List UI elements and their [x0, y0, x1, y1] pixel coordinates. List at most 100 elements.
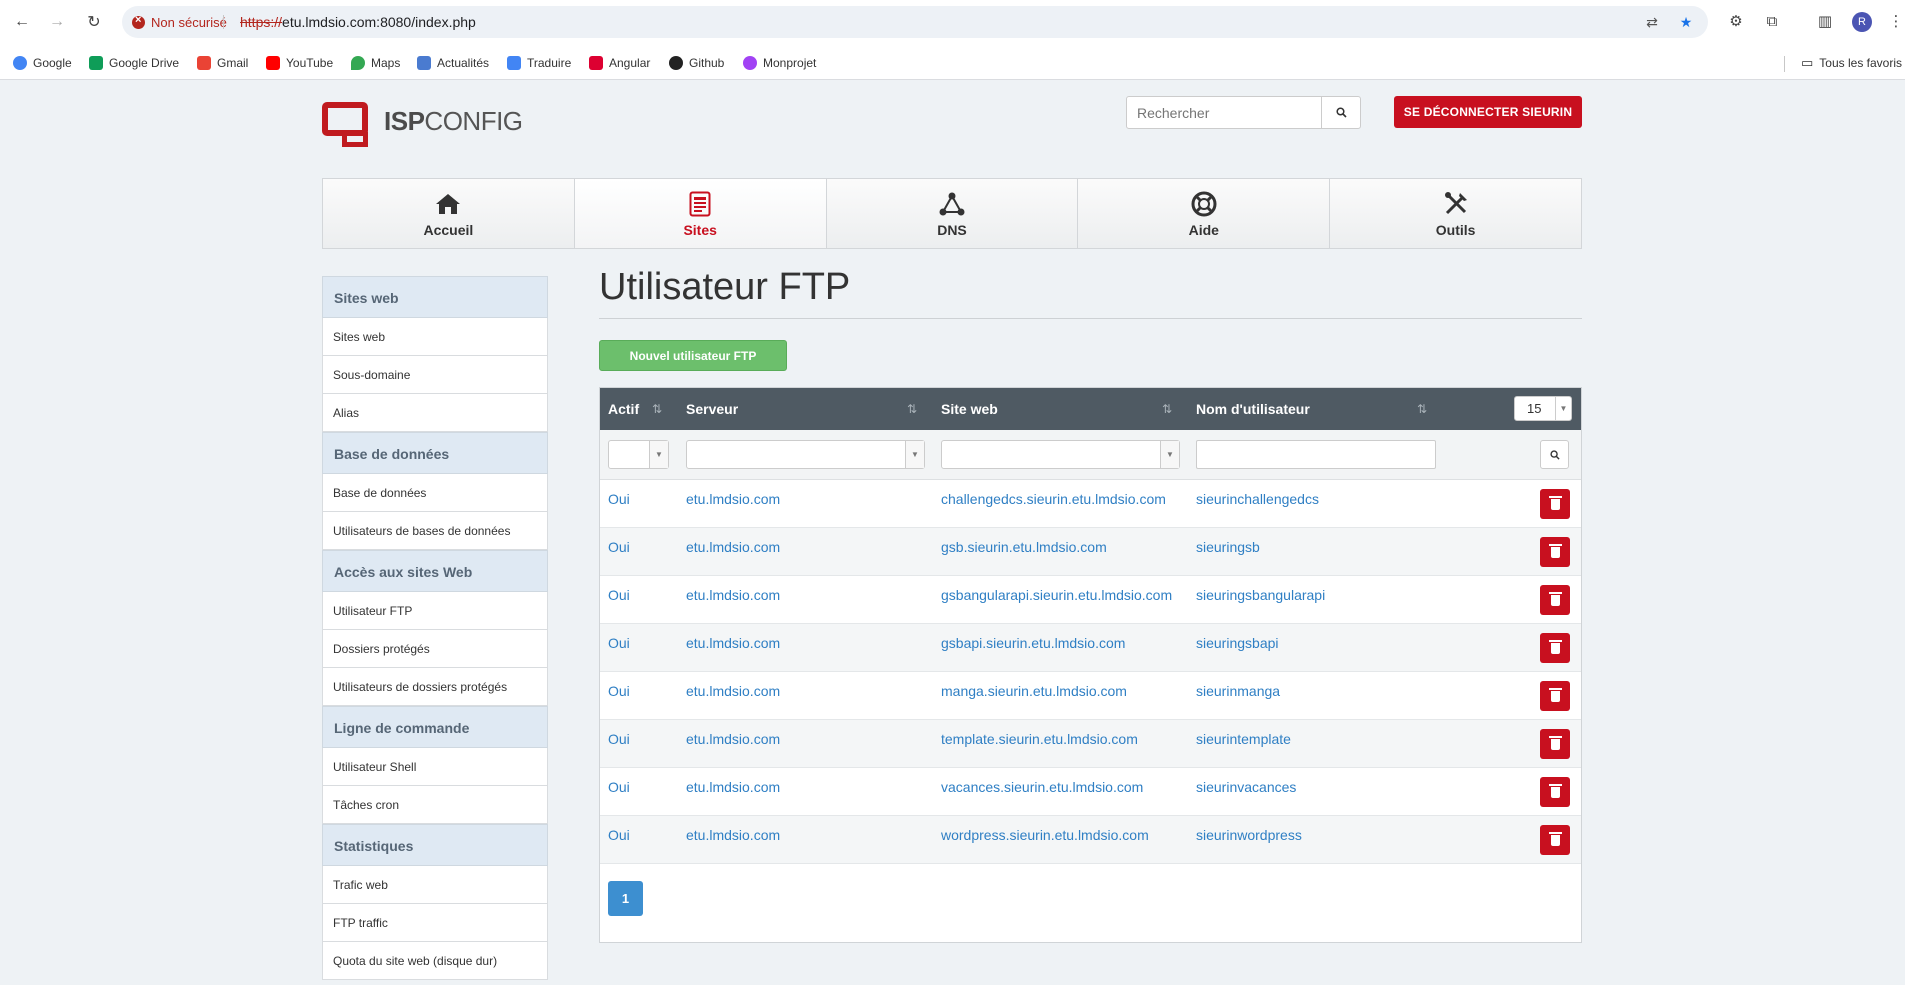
bookmark-angular[interactable]: Angular — [589, 54, 650, 72]
sidebar-item-quota-disque[interactable]: Quota du site web (disque dur) — [322, 942, 548, 980]
tab-aide[interactable]: Aide — [1078, 179, 1331, 248]
bookmark-google-drive[interactable]: Google Drive — [89, 54, 179, 72]
logout-button[interactable]: SE DÉCONNECTER SIEURIN — [1394, 96, 1582, 128]
sidebar-item-base-de-donnees[interactable]: Base de données — [322, 474, 548, 512]
sidebar-item-utilisateurs-dossiers-proteges[interactable]: Utilisateurs de dossiers protégés — [322, 668, 548, 706]
cell-username[interactable]: sieuringsbangularapi — [1196, 587, 1325, 603]
cell-site-web[interactable]: wordpress.sieurin.etu.lmdsio.com — [941, 827, 1149, 843]
cell-actif[interactable]: Oui — [608, 731, 630, 747]
extensions-puzzle-icon[interactable]: ⧉ — [1762, 11, 1782, 31]
cell-username[interactable]: sieurinmanga — [1196, 683, 1280, 699]
cell-actif[interactable]: Oui — [608, 635, 630, 651]
delete-button[interactable] — [1540, 537, 1570, 567]
tab-accueil[interactable]: Accueil — [323, 179, 575, 248]
delete-button[interactable] — [1540, 585, 1570, 615]
cell-serveur[interactable]: etu.lmdsio.com — [686, 587, 780, 603]
delete-button[interactable] — [1540, 681, 1570, 711]
menu-kebab-icon[interactable]: ⋮ — [1886, 11, 1905, 31]
url-text[interactable]: https://etu.lmdsio.com:8080/index.php — [240, 14, 476, 30]
column-header-nom-utilisateur[interactable]: Nom d'utilisateur — [1196, 388, 1310, 430]
new-ftp-user-button[interactable]: Nouvel utilisateur FTP — [599, 340, 787, 371]
bookmark-actualites[interactable]: Actualités — [417, 54, 489, 72]
cell-username[interactable]: sieuringsb — [1196, 539, 1260, 555]
sidebar-item-alias[interactable]: Alias — [322, 394, 548, 432]
sort-icon[interactable]: ⇅ — [652, 402, 662, 416]
delete-button[interactable] — [1540, 825, 1570, 855]
bookmark-google[interactable]: Google — [13, 54, 72, 72]
delete-button[interactable] — [1540, 729, 1570, 759]
filter-username-input[interactable] — [1196, 440, 1436, 469]
tab-outils[interactable]: Outils — [1330, 179, 1581, 248]
pagination-page[interactable]: 1 — [608, 881, 643, 916]
sort-icon[interactable]: ⇅ — [1417, 402, 1427, 416]
search-input[interactable] — [1126, 96, 1322, 129]
filter-site-web-select[interactable]: ▼ — [941, 440, 1180, 469]
security-badge[interactable]: Non sécurisé — [132, 12, 227, 32]
sidebar-item-sites-web[interactable]: Sites web — [322, 318, 548, 356]
cell-site-web[interactable]: gsbangularapi.sieurin.etu.lmdsio.com — [941, 587, 1172, 603]
cell-actif[interactable]: Oui — [608, 539, 630, 555]
column-header-serveur[interactable]: Serveur — [686, 388, 738, 430]
cell-username[interactable]: sieurintemplate — [1196, 731, 1291, 747]
side-panel-icon[interactable]: ▥ — [1815, 11, 1835, 31]
sort-icon[interactable]: ⇅ — [1162, 402, 1172, 416]
cell-actif[interactable]: Oui — [608, 587, 630, 603]
cell-site-web[interactable]: template.sieurin.etu.lmdsio.com — [941, 731, 1138, 747]
forward-icon[interactable]: → — [47, 12, 67, 32]
all-bookmarks-folder[interactable]: ▭ Tous les favoris — [1801, 54, 1902, 72]
translate-icon[interactable]: ⇄ — [1643, 13, 1661, 31]
sidebar-item-utilisateur-shell[interactable]: Utilisateur Shell — [322, 748, 548, 786]
sidebar-item-trafic-web[interactable]: Trafic web — [322, 866, 548, 904]
tab-sites[interactable]: Sites — [574, 179, 827, 248]
cell-site-web[interactable]: gsb.sieurin.etu.lmdsio.com — [941, 539, 1107, 555]
delete-button[interactable] — [1540, 489, 1570, 519]
sidebar-item-dossiers-proteges[interactable]: Dossiers protégés — [322, 630, 548, 668]
sort-icon[interactable]: ⇅ — [907, 402, 917, 416]
cell-serveur[interactable]: etu.lmdsio.com — [686, 683, 780, 699]
cell-actif[interactable]: Oui — [608, 683, 630, 699]
sidebar-item-utilisateur-ftp[interactable]: Utilisateur FTP — [322, 592, 548, 630]
ispconfig-logo[interactable]: ISPCONFIG — [322, 100, 523, 147]
cell-site-web[interactable]: challengedcs.sieurin.etu.lmdsio.com — [941, 491, 1166, 507]
back-icon[interactable]: ← — [12, 12, 32, 32]
cell-site-web[interactable]: gsbapi.sieurin.etu.lmdsio.com — [941, 635, 1125, 651]
filter-serveur-select[interactable]: ▼ — [686, 440, 925, 469]
cell-username[interactable]: sieurinchallengedcs — [1196, 491, 1319, 507]
delete-button[interactable] — [1540, 633, 1570, 663]
sidebar-item-sous-domaine[interactable]: Sous-domaine — [322, 356, 548, 394]
cell-actif[interactable]: Oui — [608, 827, 630, 843]
address-bar[interactable]: Non sécurisé https://etu.lmdsio.com:8080… — [122, 6, 1708, 38]
search-button[interactable] — [1321, 96, 1361, 129]
bookmark-gmail[interactable]: Gmail — [197, 54, 248, 72]
bookmark-youtube[interactable]: YouTube — [266, 54, 333, 72]
extension-gear-icon[interactable]: ⚙ — [1726, 11, 1746, 31]
tab-dns[interactable]: DNS — [827, 179, 1079, 248]
cell-site-web[interactable]: manga.sieurin.etu.lmdsio.com — [941, 683, 1127, 699]
per-page-select[interactable]: 15 ▼ — [1514, 396, 1572, 421]
delete-button[interactable] — [1540, 777, 1570, 807]
cell-site-web[interactable]: vacances.sieurin.etu.lmdsio.com — [941, 779, 1143, 795]
filter-actif-select[interactable]: ▼ — [608, 440, 669, 469]
cell-serveur[interactable]: etu.lmdsio.com — [686, 731, 780, 747]
profile-avatar[interactable]: R — [1852, 12, 1872, 32]
cell-serveur[interactable]: etu.lmdsio.com — [686, 635, 780, 651]
cell-username[interactable]: sieurinwordpress — [1196, 827, 1302, 843]
sidebar-item-ftp-traffic[interactable]: FTP traffic — [322, 904, 548, 942]
bookmark-github[interactable]: Github — [669, 54, 724, 72]
cell-serveur[interactable]: etu.lmdsio.com — [686, 539, 780, 555]
bookmark-monprojet[interactable]: Monprojet — [743, 54, 816, 72]
bookmark-star-icon[interactable]: ★ — [1677, 13, 1695, 31]
sidebar-item-taches-cron[interactable]: Tâches cron — [322, 786, 548, 824]
cell-actif[interactable]: Oui — [608, 779, 630, 795]
cell-username[interactable]: sieurinvacances — [1196, 779, 1296, 795]
cell-username[interactable]: sieuringsbapi — [1196, 635, 1279, 651]
column-header-actif[interactable]: Actif — [608, 388, 639, 430]
sidebar-item-utilisateurs-bdd[interactable]: Utilisateurs de bases de données — [322, 512, 548, 550]
bookmark-maps[interactable]: Maps — [351, 54, 400, 72]
column-header-site-web[interactable]: Site web — [941, 388, 998, 430]
filter-search-button[interactable] — [1540, 440, 1569, 469]
cell-serveur[interactable]: etu.lmdsio.com — [686, 491, 780, 507]
cell-serveur[interactable]: etu.lmdsio.com — [686, 827, 780, 843]
cell-actif[interactable]: Oui — [608, 491, 630, 507]
cell-serveur[interactable]: etu.lmdsio.com — [686, 779, 780, 795]
